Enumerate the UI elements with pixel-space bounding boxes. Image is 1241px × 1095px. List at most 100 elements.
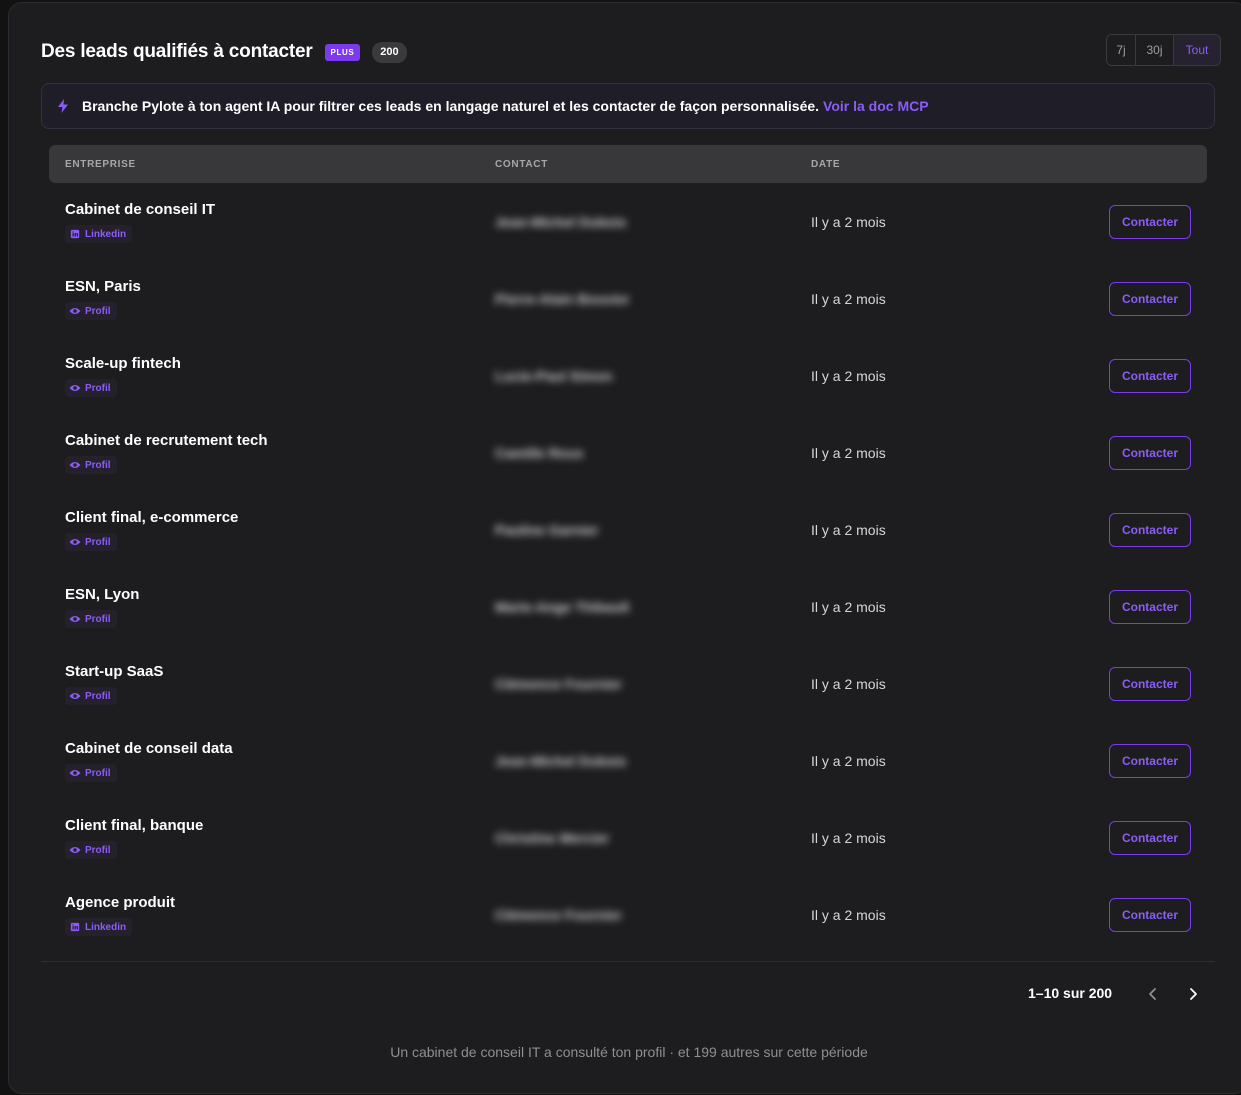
- source-label: Profil: [85, 613, 111, 625]
- source-tag[interactable]: Linkedin: [65, 225, 133, 243]
- table-row: ESN, Paris Profil Pierre-Alain Bouvier Il y…: [49, 262, 1207, 339]
- contact-name: Pauline Garnier: [495, 522, 599, 538]
- contact-button[interactable]: Contacter: [1109, 436, 1191, 470]
- column-header-date: DATE: [811, 159, 841, 170]
- table-body: Cabinet de conseil IT Linkedin Jean-Michel…: [49, 185, 1207, 955]
- contact-button[interactable]: Contacter: [1109, 359, 1191, 393]
- pagination-label: 1–10 sur 200: [1028, 985, 1113, 1001]
- source-tag[interactable]: Profil: [65, 533, 117, 551]
- company-name: Scale-up fintech: [65, 355, 181, 372]
- column-header-entreprise: ENTREPRISE: [65, 159, 136, 170]
- mcp-banner: Branche Pylote à ton agent IA pour filtr…: [41, 83, 1215, 129]
- chevron-right-icon: [1190, 988, 1197, 1000]
- company-name: ESN, Lyon: [65, 586, 140, 603]
- eye-icon: [69, 614, 85, 624]
- linkedin-icon: [69, 922, 85, 932]
- column-header-contact: CONTACT: [495, 159, 549, 170]
- bolt-icon: [58, 99, 68, 113]
- lead-date: Il y a 2 mois: [811, 368, 886, 384]
- banner-text: Branche Pylote à ton agent IA pour filtr…: [82, 98, 820, 114]
- company-name: Cabinet de recrutement tech: [65, 432, 268, 449]
- source-tag[interactable]: Profil: [65, 841, 117, 859]
- contact-button[interactable]: Contacter: [1109, 282, 1191, 316]
- lead-date: Il y a 2 mois: [811, 753, 886, 769]
- lead-date: Il y a 2 mois: [811, 830, 886, 846]
- plan-badge: PLUS: [324, 43, 361, 61]
- eye-icon: [69, 306, 85, 316]
- contact-name: Pierre-Alain Bouvier: [495, 291, 630, 307]
- source-label: Profil: [85, 382, 111, 394]
- table-row: Cabinet de conseil data Profil Jean-Michel…: [49, 724, 1207, 801]
- contact-button[interactable]: Contacter: [1109, 667, 1191, 701]
- contact-name: Jean-Michel Dubois: [495, 214, 627, 230]
- eye-icon: [69, 537, 85, 547]
- table-row: Start-up SaaS Profil Clémence Fournier Il y…: [49, 647, 1207, 724]
- contact-button[interactable]: Contacter: [1109, 513, 1191, 547]
- range-30j-button[interactable]: 30j: [1136, 35, 1174, 65]
- eye-icon: [69, 383, 85, 393]
- source-tag[interactable]: Profil: [65, 764, 117, 782]
- source-label: Profil: [85, 305, 111, 317]
- table-row: Client final, banque Profil Christine Merc…: [49, 801, 1207, 878]
- range-7j-button[interactable]: 7j: [1107, 35, 1136, 65]
- range-tout-button[interactable]: Tout: [1174, 35, 1220, 65]
- company-name: Client final, banque: [65, 817, 204, 834]
- source-tag[interactable]: Profil: [65, 456, 117, 474]
- source-label: Profil: [85, 767, 111, 779]
- mcp-doc-link[interactable]: Voir la doc MCP: [823, 98, 929, 114]
- eye-icon: [69, 460, 85, 470]
- source-label: Profil: [85, 690, 111, 702]
- leads-card: Des leads qualifiés à contacter PLUS 200…: [8, 2, 1241, 1094]
- previous-page-button[interactable]: [1143, 983, 1163, 1005]
- source-tag[interactable]: Profil: [65, 379, 117, 397]
- source-label: Profil: [85, 459, 111, 471]
- company-name: Start-up SaaS: [65, 663, 164, 680]
- table-row: Agence produit Linkedin Clémence Fournier I…: [49, 878, 1207, 955]
- range-filter: 7j 30j Tout: [1106, 34, 1221, 66]
- source-tag[interactable]: Linkedin: [65, 918, 133, 936]
- lead-date: Il y a 2 mois: [811, 522, 886, 538]
- lead-date: Il y a 2 mois: [811, 676, 886, 692]
- contact-name: Camille Roux: [495, 445, 584, 461]
- contact-button[interactable]: Contacter: [1109, 744, 1191, 778]
- lead-date: Il y a 2 mois: [811, 599, 886, 615]
- table-row: Cabinet de conseil IT Linkedin Jean-Michel…: [49, 185, 1207, 262]
- source-label: Linkedin: [85, 228, 127, 240]
- contact-name: Marie-Ange Thibault: [495, 599, 630, 615]
- next-page-button[interactable]: [1183, 983, 1203, 1005]
- source-label: Profil: [85, 844, 111, 856]
- company-name: Cabinet de conseil data: [65, 740, 233, 757]
- table-row: Client final, e-commerce Profil Pauline Ga…: [49, 493, 1207, 570]
- lead-date: Il y a 2 mois: [811, 291, 886, 307]
- table-header: ENTREPRISE CONTACT DATE: [49, 145, 1207, 183]
- table-row: ESN, Lyon Profil Marie-Ange Thibault Il y a…: [49, 570, 1207, 647]
- divider: [41, 961, 1215, 962]
- source-tag[interactable]: Profil: [65, 687, 117, 705]
- contact-button[interactable]: Contacter: [1109, 590, 1191, 624]
- contact-name: Clémence Fournier: [495, 676, 622, 692]
- source-tag[interactable]: Profil: [65, 302, 117, 320]
- company-name: Client final, e-commerce: [65, 509, 239, 526]
- lead-date: Il y a 2 mois: [811, 907, 886, 923]
- eye-icon: [69, 691, 85, 701]
- table-row: Scale-up fintech Profil Lucie-Paul Simon Il…: [49, 339, 1207, 416]
- contact-button[interactable]: Contacter: [1109, 205, 1191, 239]
- eye-icon: [69, 768, 85, 778]
- lead-date: Il y a 2 mois: [811, 214, 886, 230]
- table-row: Cabinet de recrutement tech Profil Camille…: [49, 416, 1207, 493]
- card-header: Des leads qualifiés à contacter PLUS 200: [41, 37, 407, 67]
- footer-text: Un cabinet de conseil IT a consulté ton …: [390, 1044, 868, 1060]
- source-tag[interactable]: Profil: [65, 610, 117, 628]
- company-name: ESN, Paris: [65, 278, 141, 295]
- lead-date: Il y a 2 mois: [811, 445, 886, 461]
- source-label: Profil: [85, 536, 111, 548]
- company-name: Agence produit: [65, 894, 176, 911]
- contact-name: Christine Mercier: [495, 830, 610, 846]
- contact-button[interactable]: Contacter: [1109, 898, 1191, 932]
- linkedin-icon: [69, 229, 85, 239]
- contact-name: Lucie-Paul Simon: [495, 368, 613, 384]
- eye-icon: [69, 845, 85, 855]
- company-name: Cabinet de conseil IT: [65, 201, 216, 218]
- contact-button[interactable]: Contacter: [1109, 821, 1191, 855]
- source-label: Linkedin: [85, 921, 127, 933]
